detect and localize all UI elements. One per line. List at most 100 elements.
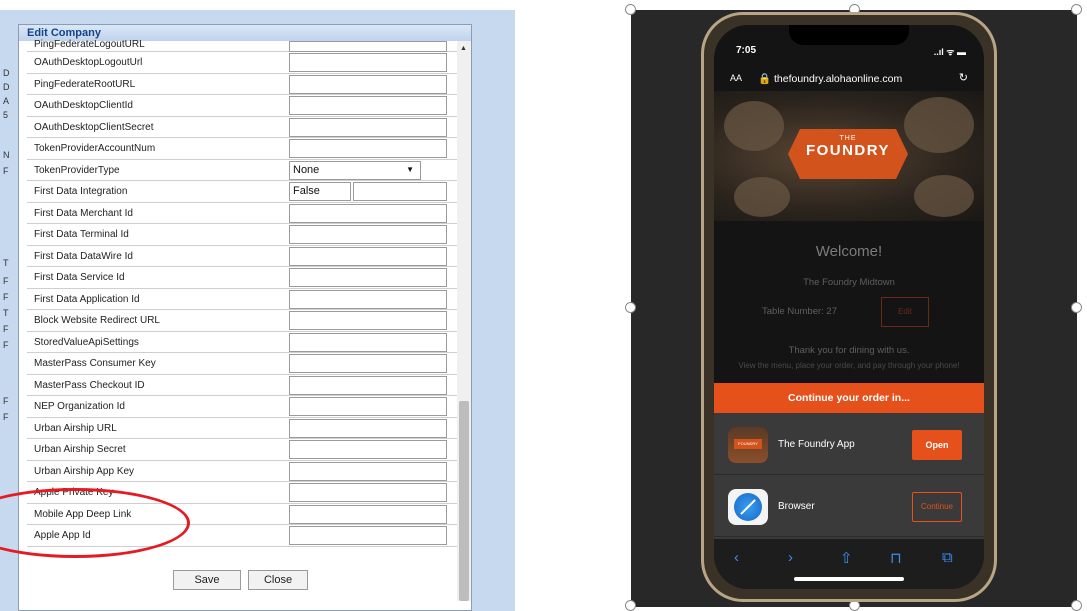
background-letter: F — [3, 166, 9, 176]
settings-row-label: MasterPass Checkout ID — [34, 379, 145, 391]
settings-row: Urban Airship Secret — [27, 439, 457, 461]
food-dish-image — [904, 97, 974, 153]
dialog-scrollbar[interactable]: ▲ — [457, 41, 471, 601]
foundry-logo: THE FOUNDRY — [788, 129, 908, 179]
close-button[interactable]: Close — [248, 570, 308, 590]
settings-row-input[interactable] — [289, 332, 447, 352]
bookmarks-icon[interactable]: ⊓ — [890, 549, 902, 567]
settings-row-label: OAuthDesktopLogoutUrl — [34, 57, 143, 68]
save-button[interactable]: Save — [173, 570, 241, 590]
background-letter: 5 — [3, 110, 9, 120]
settings-row-input[interactable]: False — [289, 182, 351, 201]
phone-image-frame: 7:05 ..ıl ᯤ ▬ AA 🔒 thefoundry.alohaonlin… — [625, 4, 1082, 611]
settings-row: First Data Service Id — [27, 267, 457, 289]
settings-row-label: First Data Merchant Id — [34, 207, 133, 219]
settings-row: PingFederateRootURL — [27, 74, 457, 95]
browser-option-row[interactable]: Browser Continue — [714, 475, 984, 537]
settings-row-label: Block Website Redirect URL — [34, 315, 160, 326]
settings-row-input[interactable] — [289, 311, 447, 330]
settings-row-input[interactable] — [289, 74, 447, 94]
scroll-up-icon[interactable]: ▲ — [460, 45, 467, 52]
settings-row-label: OAuthDesktopClientSecret — [34, 121, 154, 133]
settings-row: Urban Airship URL — [27, 418, 457, 439]
address-bar[interactable]: AA 🔒 thefoundry.alohaonline.com ↻ — [714, 69, 984, 91]
phone-screen: 7:05 ..ıl ᯤ ▬ AA 🔒 thefoundry.alohaonlin… — [714, 25, 984, 589]
logo-name-text: FOUNDRY — [805, 142, 891, 159]
text-size-button[interactable]: AA — [730, 73, 742, 83]
background-letter: A — [3, 96, 10, 106]
settings-row-input[interactable] — [289, 504, 447, 524]
safari-compass-icon — [728, 489, 768, 525]
settings-row-input[interactable] — [289, 225, 447, 244]
settings-row-input[interactable] — [353, 182, 447, 201]
settings-row: MasterPass Consumer Key — [27, 353, 457, 375]
dropdown-arrow-icon[interactable]: ▼ — [406, 165, 414, 174]
settings-row-input[interactable] — [289, 289, 447, 309]
resize-handle[interactable] — [1071, 302, 1082, 313]
settings-row-input[interactable] — [289, 246, 447, 266]
open-in-app-sheet: Continue your order in... FOUNDRY The Fo… — [714, 383, 984, 539]
settings-row-input[interactable] — [289, 483, 447, 502]
settings-row-input[interactable] — [289, 354, 447, 373]
tabs-icon[interactable]: ⧉ — [942, 549, 953, 566]
settings-row-input[interactable] — [289, 41, 447, 52]
settings-row-input[interactable] — [289, 461, 447, 481]
background-letter: D — [3, 68, 10, 78]
settings-row: First Data Integration False — [27, 181, 457, 203]
status-bar: 7:05 ..ıl ᯤ ▬ — [714, 43, 984, 61]
settings-row-label: Urban Airship URL — [34, 422, 117, 434]
settings-row-input[interactable] — [289, 53, 447, 72]
resize-handle[interactable] — [1071, 600, 1082, 611]
share-icon[interactable]: ⇧ — [840, 549, 853, 567]
signal-wifi-battery-icon: ..ıl ᯤ ▬ — [933, 47, 966, 57]
settings-row-input[interactable] — [289, 418, 447, 438]
settings-row-value: None — [293, 163, 320, 176]
edit-table-button[interactable]: Edit — [881, 297, 929, 327]
settings-row-label: TokenProviderAccountNum — [34, 143, 156, 154]
settings-row-input[interactable] — [289, 397, 447, 416]
dialog-button-bar: Save Close — [19, 565, 457, 605]
thank-you-text: Thank you for dining with us. — [788, 345, 910, 356]
settings-row-input[interactable] — [289, 203, 447, 223]
settings-row: TokenProviderType None ▼ — [27, 160, 457, 181]
phone-notch — [789, 25, 909, 45]
forward-icon[interactable]: › — [788, 549, 793, 566]
settings-row-label: First Data Application Id — [34, 293, 140, 305]
app-option-row[interactable]: FOUNDRY The Foundry App Open — [714, 413, 984, 475]
settings-row: TokenProviderAccountNum — [27, 138, 457, 160]
table-number: Table Number: 27 — [762, 306, 837, 317]
settings-row-label: First Data Service Id — [34, 272, 125, 283]
settings-row-input[interactable] — [289, 526, 447, 545]
scroll-thumb[interactable] — [459, 401, 469, 601]
settings-row-input[interactable] — [289, 117, 447, 137]
instructions-text: View the menu, place your order, and pay… — [738, 361, 960, 370]
resize-handle[interactable] — [625, 600, 636, 611]
settings-row-label: PingFederateLogoutURL — [34, 39, 145, 50]
background-letter: T — [3, 308, 9, 318]
settings-row-select[interactable]: None ▼ — [289, 160, 421, 180]
settings-row-label: First Data Integration — [34, 186, 128, 197]
settings-row: First Data Application Id — [27, 289, 457, 310]
settings-row-input[interactable] — [289, 96, 447, 115]
settings-row: OAuthDesktopClientSecret — [27, 117, 457, 138]
url-text[interactable]: 🔒 thefoundry.alohaonline.com — [758, 72, 902, 85]
foundry-app-icon: FOUNDRY — [728, 427, 768, 463]
settings-row-input[interactable] — [289, 440, 447, 459]
settings-row: OAuthDesktopClientId — [27, 95, 457, 117]
app-option-label: The Foundry App — [778, 439, 855, 450]
settings-row: First Data Terminal Id — [27, 224, 457, 246]
safari-toolbar: ‹ › ⇧ ⊓ ⧉ — [714, 539, 984, 589]
resize-handle[interactable] — [1071, 4, 1082, 15]
background-letter: D — [3, 82, 10, 92]
resize-handle[interactable] — [625, 302, 636, 313]
food-dish-image — [914, 175, 974, 217]
continue-in-browser-button[interactable]: Continue — [912, 492, 962, 522]
back-icon[interactable]: ‹ — [734, 549, 739, 566]
settings-row-label: PingFederateRootURL — [34, 78, 136, 90]
reload-icon[interactable]: ↻ — [959, 71, 968, 84]
open-app-button[interactable]: Open — [912, 430, 962, 460]
settings-row-input[interactable] — [289, 139, 447, 158]
settings-row-input[interactable] — [289, 375, 447, 395]
settings-row-input[interactable] — [289, 268, 447, 287]
resize-handle[interactable] — [625, 4, 636, 15]
